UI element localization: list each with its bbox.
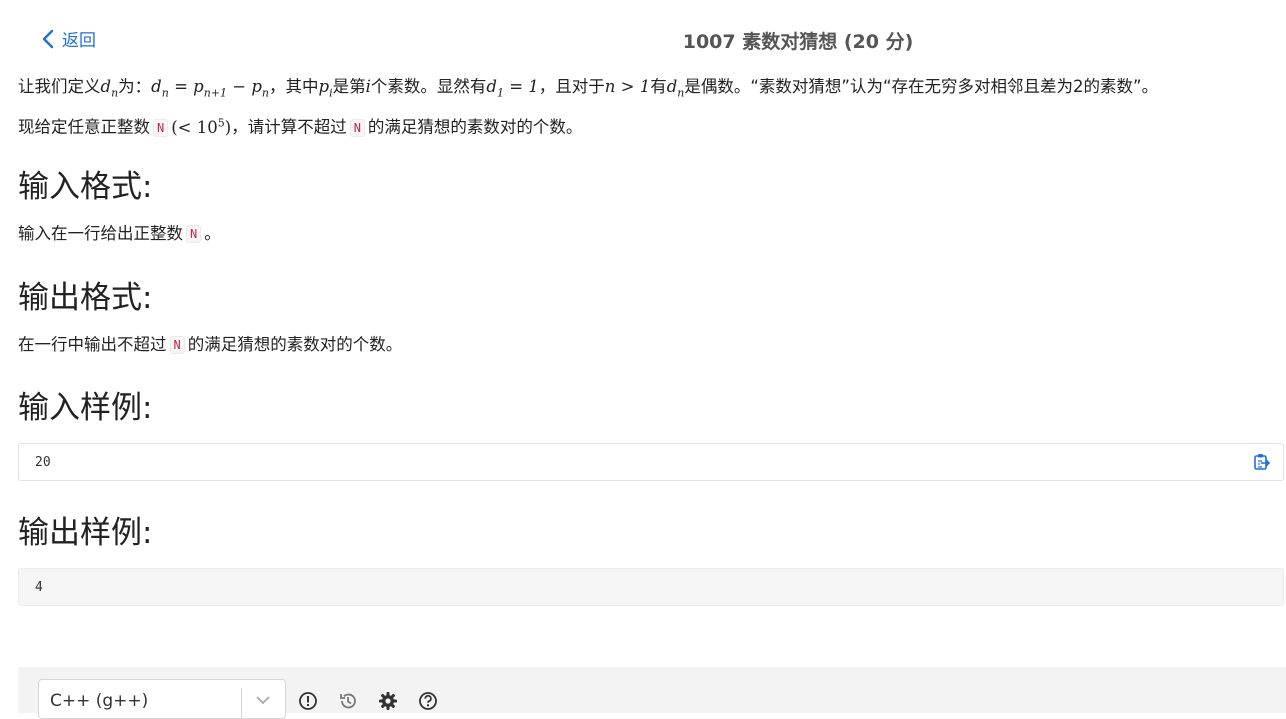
math-dn: dn <box>100 77 119 100</box>
text: 。 <box>204 224 221 243</box>
sample-output-value: 4 <box>35 580 43 595</box>
text: 个素数。显然有 <box>370 77 487 96</box>
sample-input-box: 20 <box>18 443 1284 481</box>
text: ，且对于 <box>538 77 605 96</box>
text: ，其中 <box>269 77 319 96</box>
text: 为： <box>118 77 152 96</box>
problem-title: 1007 素数对猜想 (20 分) <box>682 31 914 53</box>
language-select-value: C++ (g++) <box>50 691 149 711</box>
gear-icon[interactable] <box>378 691 398 711</box>
math-dn: dn <box>666 77 685 100</box>
input-format-heading: 输入格式: <box>18 169 153 205</box>
inline-code-n: N <box>169 336 185 354</box>
problem-header: 返回 1007 素数对猜想 (20 分) <box>0 0 1286 78</box>
sample-output-heading: 输出样例: <box>18 515 153 551</box>
output-format-text: 在一行中输出不超过 N 的满足猜想的素数对的个数。 <box>18 333 402 357</box>
text: ，请计算不超过 <box>231 117 347 137</box>
input-format-text: 输入在一行给出正整数 N。 <box>18 222 221 246</box>
clipboard-copy-icon[interactable] <box>1253 453 1271 471</box>
math-bound: (< 105) <box>171 116 232 137</box>
question-circle-icon[interactable] <box>418 691 438 711</box>
text: 的满足猜想的素数对的个数。 <box>367 117 583 137</box>
statement-line-1: 让我们定义dn为：dn = pn+1 − pn，其中pi是第i个素数。显然有d1… <box>18 75 1158 105</box>
statement-line-2: 现给定任意正整数 N (< 105)，请计算不超过 N 的满足猜想的素数对的个数。 <box>18 111 582 140</box>
chevron-down-icon <box>256 696 270 705</box>
text: 是偶数。“素数对猜想”认为“存在无穷多对相邻且差为2的素数”。 <box>684 77 1159 96</box>
text: 的满足猜想的素数对的个数。 <box>187 335 403 354</box>
history-icon[interactable] <box>338 691 358 711</box>
math-n-gt-1: n > 1 <box>604 77 651 96</box>
sample-input-heading: 输入样例: <box>18 390 153 426</box>
sample-input-value: 20 <box>35 455 51 470</box>
text: 有 <box>650 77 667 96</box>
language-select[interactable]: C++ (g++) <box>38 679 286 719</box>
math-d1: d1 = 1 <box>486 77 539 100</box>
math-pi: pi <box>318 77 333 100</box>
inline-code-n: N <box>349 118 365 137</box>
inline-code-n: N <box>153 118 169 137</box>
editor-toolbar: C++ (g++) <box>18 667 1286 719</box>
math-definition: dn = pn+1 − pn <box>151 77 269 100</box>
sample-output-box: 4 <box>18 568 1284 606</box>
inline-code-n: N <box>186 225 202 243</box>
select-divider <box>241 688 242 718</box>
output-format-heading: 输出格式: <box>18 280 153 316</box>
text: 是第 <box>332 77 366 96</box>
text: 现给定任意正整数 <box>18 117 150 137</box>
text: 输入在一行给出正整数 <box>18 224 183 243</box>
text: 在一行中输出不超过 <box>18 335 167 354</box>
exclamation-circle-icon[interactable] <box>298 691 318 711</box>
text: 让我们定义 <box>18 77 101 96</box>
